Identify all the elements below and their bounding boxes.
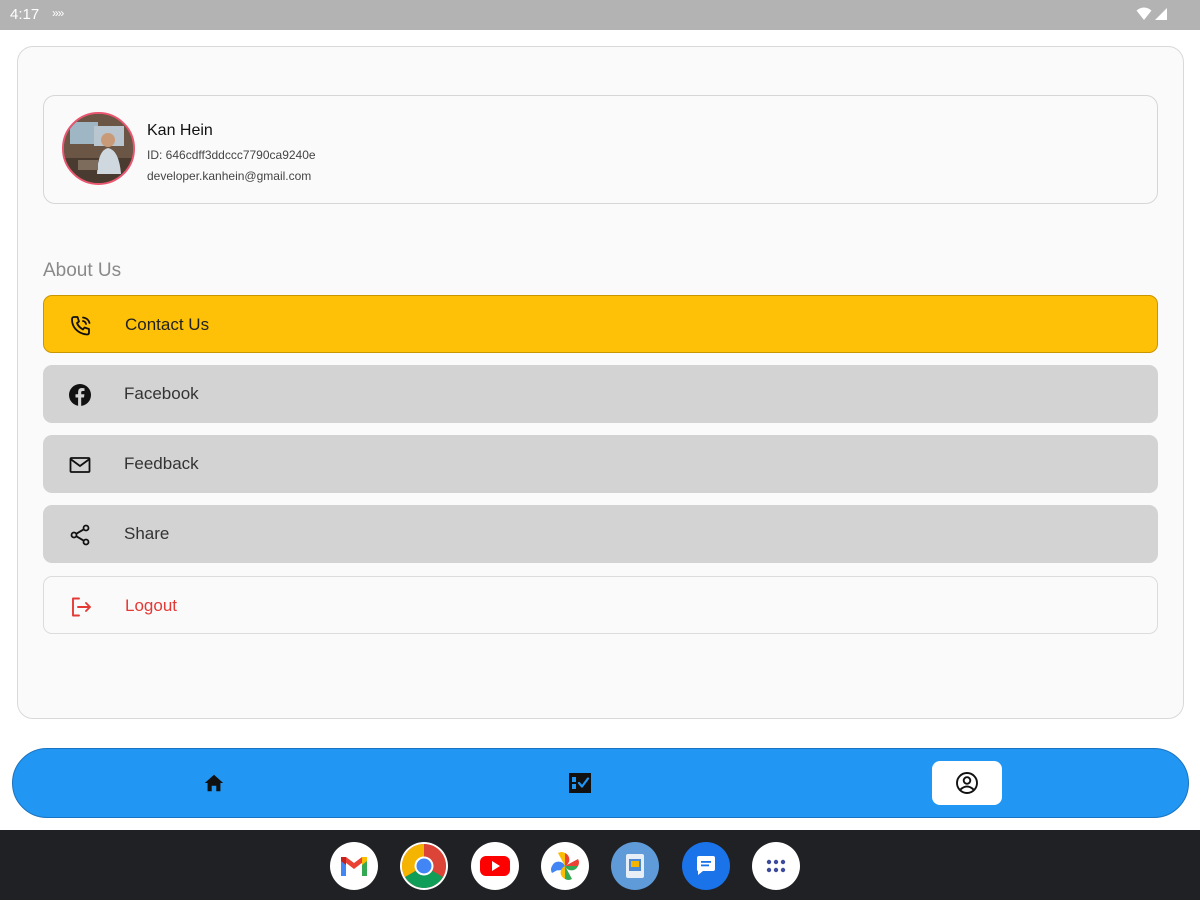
account-circle-icon (956, 772, 978, 794)
about-us-title: About Us (43, 260, 122, 281)
nav-profile-button[interactable] (932, 761, 1002, 805)
logout-icon (68, 594, 94, 620)
facebook-button[interactable]: Facebook (43, 365, 1158, 423)
youtube-app[interactable] (471, 842, 519, 890)
contact-us-button[interactable]: Contact Us (43, 295, 1158, 353)
task-check-icon (569, 773, 591, 793)
facebook-icon (67, 382, 93, 408)
photos-app[interactable] (541, 842, 589, 890)
share-label: Share (124, 524, 170, 543)
logout-label: Logout (125, 596, 177, 615)
contact-us-label: Contact Us (125, 315, 210, 334)
profile-id: ID: 646cdff3ddccc7790ca9240e (147, 148, 316, 162)
feedback-label: Feedback (124, 454, 199, 473)
youtube-icon (480, 856, 510, 876)
phone-call-icon (68, 313, 94, 339)
messages-app[interactable] (682, 842, 730, 890)
gmail-app[interactable] (330, 842, 378, 890)
status-time: 4:17 (10, 6, 40, 23)
profile-card[interactable]: Kan Hein ID: 646cdff3ddccc7790ca9240e de… (43, 95, 1158, 204)
gmail-icon (341, 857, 367, 876)
app-drawer-button[interactable] (752, 842, 800, 890)
system-dock (0, 830, 1200, 900)
status-icons (1136, 6, 1168, 22)
mail-icon (67, 452, 93, 478)
profile-name: Kan Hein (147, 122, 213, 139)
status-extra-glyph: »» (52, 6, 64, 20)
nav-tasks-button[interactable] (545, 761, 615, 805)
messages-icon (697, 856, 715, 875)
facebook-label: Facebook (124, 384, 199, 403)
profile-email: developer.kanhein@gmail.com (147, 169, 312, 183)
photos-icon (551, 852, 579, 880)
files-icon (626, 854, 644, 878)
avatar (62, 112, 135, 185)
bottom-nav-bar (12, 748, 1189, 818)
chrome-app[interactable] (400, 842, 448, 890)
home-icon (204, 774, 224, 792)
app-drawer-icon (766, 859, 786, 873)
wifi-icon (1136, 7, 1152, 20)
cell-signal-icon (1155, 8, 1167, 20)
status-bar: 4:17 »» (0, 0, 1200, 30)
share-icon (67, 522, 93, 548)
logout-button[interactable]: Logout (43, 576, 1158, 634)
main-card: Kan Hein ID: 646cdff3ddccc7790ca9240e de… (17, 46, 1184, 719)
share-button[interactable]: Share (43, 505, 1158, 563)
chrome-icon (402, 844, 446, 888)
feedback-button[interactable]: Feedback (43, 435, 1158, 493)
nav-home-button[interactable] (179, 761, 249, 805)
files-app[interactable] (611, 842, 659, 890)
